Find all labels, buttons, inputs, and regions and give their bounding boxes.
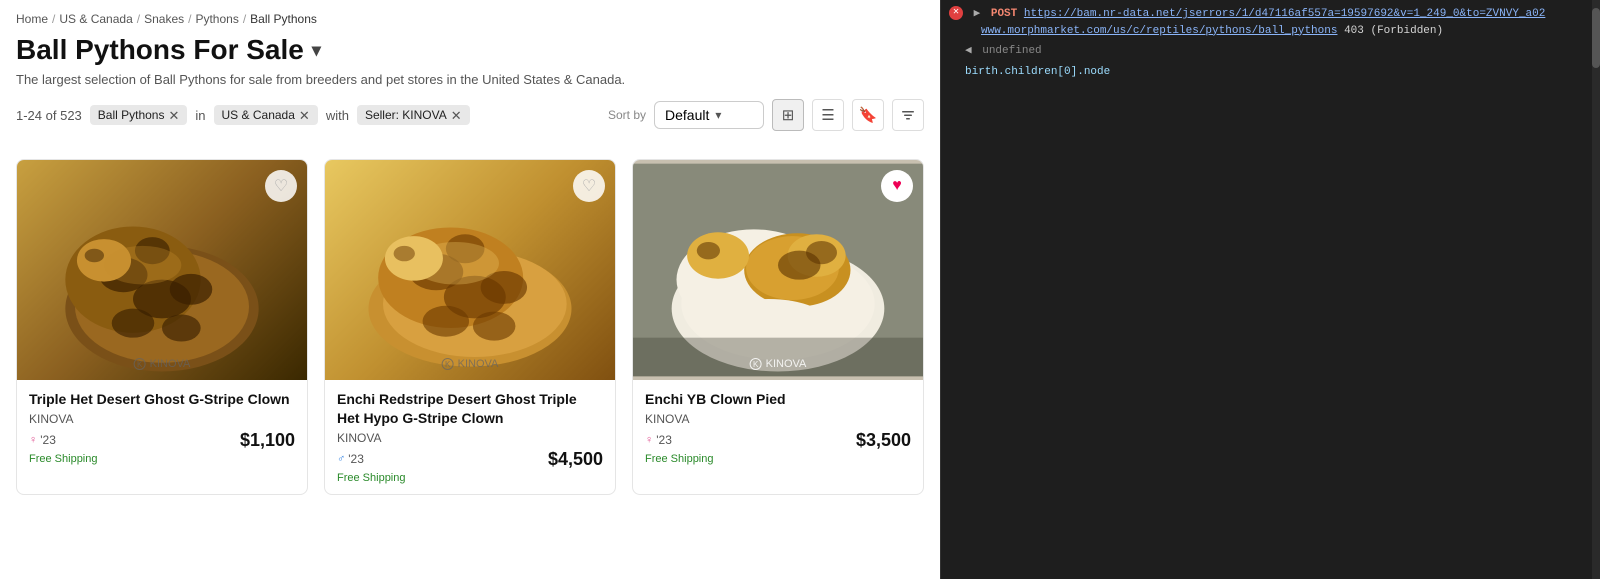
card-year-1: '23 — [40, 433, 56, 447]
view-grid-button[interactable]: ⊞ — [772, 99, 804, 131]
product-grid: ♡ K KINOVA Triple Het Desert Ghost G-Str… — [16, 159, 924, 495]
card-watermark-1: K KINOVA — [134, 358, 191, 370]
filter-in-text: in — [195, 108, 205, 123]
card-seller-2: KINOVA — [337, 431, 603, 445]
breadcrumb-sep-4: / — [243, 12, 246, 26]
filter-tag-label: Ball Pythons — [98, 108, 165, 122]
sex-icon-3: ♀ — [645, 434, 653, 446]
card-year-sex-2: ♂ '23 — [337, 452, 364, 466]
dev-console-panel: ✕ ▶ POST https://bam.nr-data.net/jserror… — [940, 0, 1600, 579]
sort-row: Sort by Default ▾ ⊞ ☰ 🔖 — [608, 99, 924, 131]
card-meta-2: ♂ '23 $4,500 — [337, 449, 603, 470]
card-year-sex-1: ♀ '23 — [29, 433, 56, 447]
page-title: Ball Pythons For Sale ▾ — [16, 34, 924, 66]
breadcrumb-sep-3: / — [188, 12, 191, 26]
breadcrumb-sep-2: / — [137, 12, 140, 26]
sort-dropdown-arrow: ▾ — [715, 108, 721, 122]
console-status-code: 403 (Forbidden) — [1344, 25, 1443, 37]
card-shipping-1: Free Shipping — [29, 453, 295, 465]
filter-tag-remove-ball-pythons[interactable]: ✕ — [168, 109, 179, 122]
console-error-icon: ✕ — [949, 6, 963, 20]
product-card-1[interactable]: ♡ K KINOVA Triple Het Desert Ghost G-Str… — [16, 159, 308, 495]
card-shipping-2: Free Shipping — [337, 472, 603, 484]
wishlist-button-2[interactable]: ♡ — [573, 170, 605, 202]
card-price-1: $1,100 — [240, 430, 295, 451]
breadcrumb-sep-1: / — [52, 12, 55, 26]
product-card-2[interactable]: ♡ K KINOVA Enchi Redstripe Desert Ghost … — [324, 159, 616, 495]
sex-icon-2: ♂ — [337, 453, 345, 465]
card-title-1: Triple Het Desert Ghost G-Stripe Clown — [29, 390, 295, 409]
seller-icon-2: K — [442, 358, 454, 370]
wishlist-button-1[interactable]: ♡ — [265, 170, 297, 202]
filter-tag-remove-seller[interactable]: ✕ — [451, 109, 462, 122]
filter-tag-label-us: US & Canada — [222, 108, 295, 122]
view-filter-button[interactable] — [892, 99, 924, 131]
console-property: birth.children[0].node — [965, 66, 1110, 78]
filter-tag-remove-us-canada[interactable]: ✕ — [299, 109, 310, 122]
card-meta-3: ♀ '23 $3,500 — [645, 430, 911, 451]
watermark-seller-name-2: KINOVA — [458, 358, 499, 370]
card-year-3: '23 — [656, 433, 672, 447]
card-image-1: ♡ K KINOVA — [17, 160, 307, 380]
card-year-sex-3: ♀ '23 — [645, 433, 672, 447]
breadcrumb-us-canada[interactable]: US & Canada — [59, 12, 132, 26]
console-entry-1: ✕ ▶ POST https://bam.nr-data.net/jserror… — [949, 6, 1592, 39]
console-url-part1[interactable]: https://bam.nr-data.net/jserrors/1/d4711… — [1024, 8, 1546, 20]
view-bookmark-button[interactable]: 🔖 — [852, 99, 884, 131]
seller-icon-1: K — [134, 358, 146, 370]
card-shipping-3: Free Shipping — [645, 453, 911, 465]
console-expand-arrow[interactable]: ▶ — [974, 8, 981, 20]
filter-tag-seller[interactable]: Seller: KINOVA ✕ — [357, 105, 470, 125]
card-body-2: Enchi Redstripe Desert Ghost Triple Het … — [325, 380, 615, 494]
card-title-2: Enchi Redstripe Desert Ghost Triple Het … — [337, 390, 603, 428]
card-title-3: Enchi YB Clown Pied — [645, 390, 911, 409]
filter-count: 1-24 of 523 — [16, 108, 82, 123]
breadcrumb: Home / US & Canada / Snakes / Pythons / … — [16, 12, 924, 26]
wishlist-button-3[interactable]: ♥ — [881, 170, 913, 202]
card-seller-3: KINOVA — [645, 412, 911, 426]
card-price-3: $3,500 — [856, 430, 911, 451]
card-body-1: Triple Het Desert Ghost G-Stripe Clown K… — [17, 380, 307, 475]
console-undefined: undefined — [982, 45, 1041, 57]
card-image-2: ♡ K KINOVA — [325, 160, 615, 380]
view-list-button[interactable]: ☰ — [812, 99, 844, 131]
filter-tag-ball-pythons[interactable]: Ball Pythons ✕ — [90, 105, 188, 125]
card-seller-1: KINOVA — [29, 412, 295, 426]
breadcrumb-snakes[interactable]: Snakes — [144, 12, 184, 26]
page-subtitle: The largest selection of Ball Pythons fo… — [16, 72, 924, 87]
card-watermark-2: K KINOVA — [442, 358, 499, 370]
sort-label: Sort by — [608, 108, 646, 122]
console-method: POST — [991, 8, 1017, 20]
sort-dropdown[interactable]: Default ▾ — [654, 101, 764, 129]
filter-with-text: with — [326, 108, 349, 123]
card-price-2: $4,500 — [548, 449, 603, 470]
card-image-3: ♥ K KINOVA — [633, 160, 923, 380]
card-watermark-3: K KINOVA — [750, 358, 807, 370]
watermark-seller-name-3: KINOVA — [766, 358, 807, 370]
title-dropdown-caret[interactable]: ▾ — [312, 40, 321, 61]
page-title-text: Ball Pythons For Sale — [16, 34, 304, 66]
card-year-2: '23 — [348, 452, 364, 466]
console-url-part2-indent: www.morphmarket.com/us/c/reptiles/python… — [981, 25, 1443, 37]
main-panel: Home / US & Canada / Snakes / Pythons / … — [0, 0, 940, 579]
filter-tag-us-canada[interactable]: US & Canada ✕ — [214, 105, 318, 125]
breadcrumb-current: Ball Pythons — [250, 12, 317, 26]
sex-icon-1: ♀ — [29, 434, 37, 446]
breadcrumb-pythons[interactable]: Pythons — [195, 12, 238, 26]
console-entry-3: birth.children[0].node — [965, 64, 1592, 81]
card-meta-1: ♀ '23 $1,100 — [29, 430, 295, 451]
sort-value: Default — [665, 107, 709, 123]
console-entry-2: ◀ undefined — [965, 43, 1592, 60]
console-collapse-arrow[interactable]: ◀ — [965, 45, 972, 57]
console-url-part2[interactable]: www.morphmarket.com/us/c/reptiles/python… — [981, 25, 1337, 37]
seller-icon-3: K — [750, 358, 762, 370]
breadcrumb-home[interactable]: Home — [16, 12, 48, 26]
product-card-3[interactable]: ♥ K KINOVA Enchi YB Clown Pied KINOVA ♀ … — [632, 159, 924, 495]
filter-bar: 1-24 of 523 Ball Pythons ✕ in US & Canad… — [16, 105, 470, 125]
watermark-seller-name-1: KINOVA — [150, 358, 191, 370]
card-body-3: Enchi YB Clown Pied KINOVA ♀ '23 $3,500 … — [633, 380, 923, 475]
filter-tag-label-seller: Seller: KINOVA — [365, 108, 447, 122]
